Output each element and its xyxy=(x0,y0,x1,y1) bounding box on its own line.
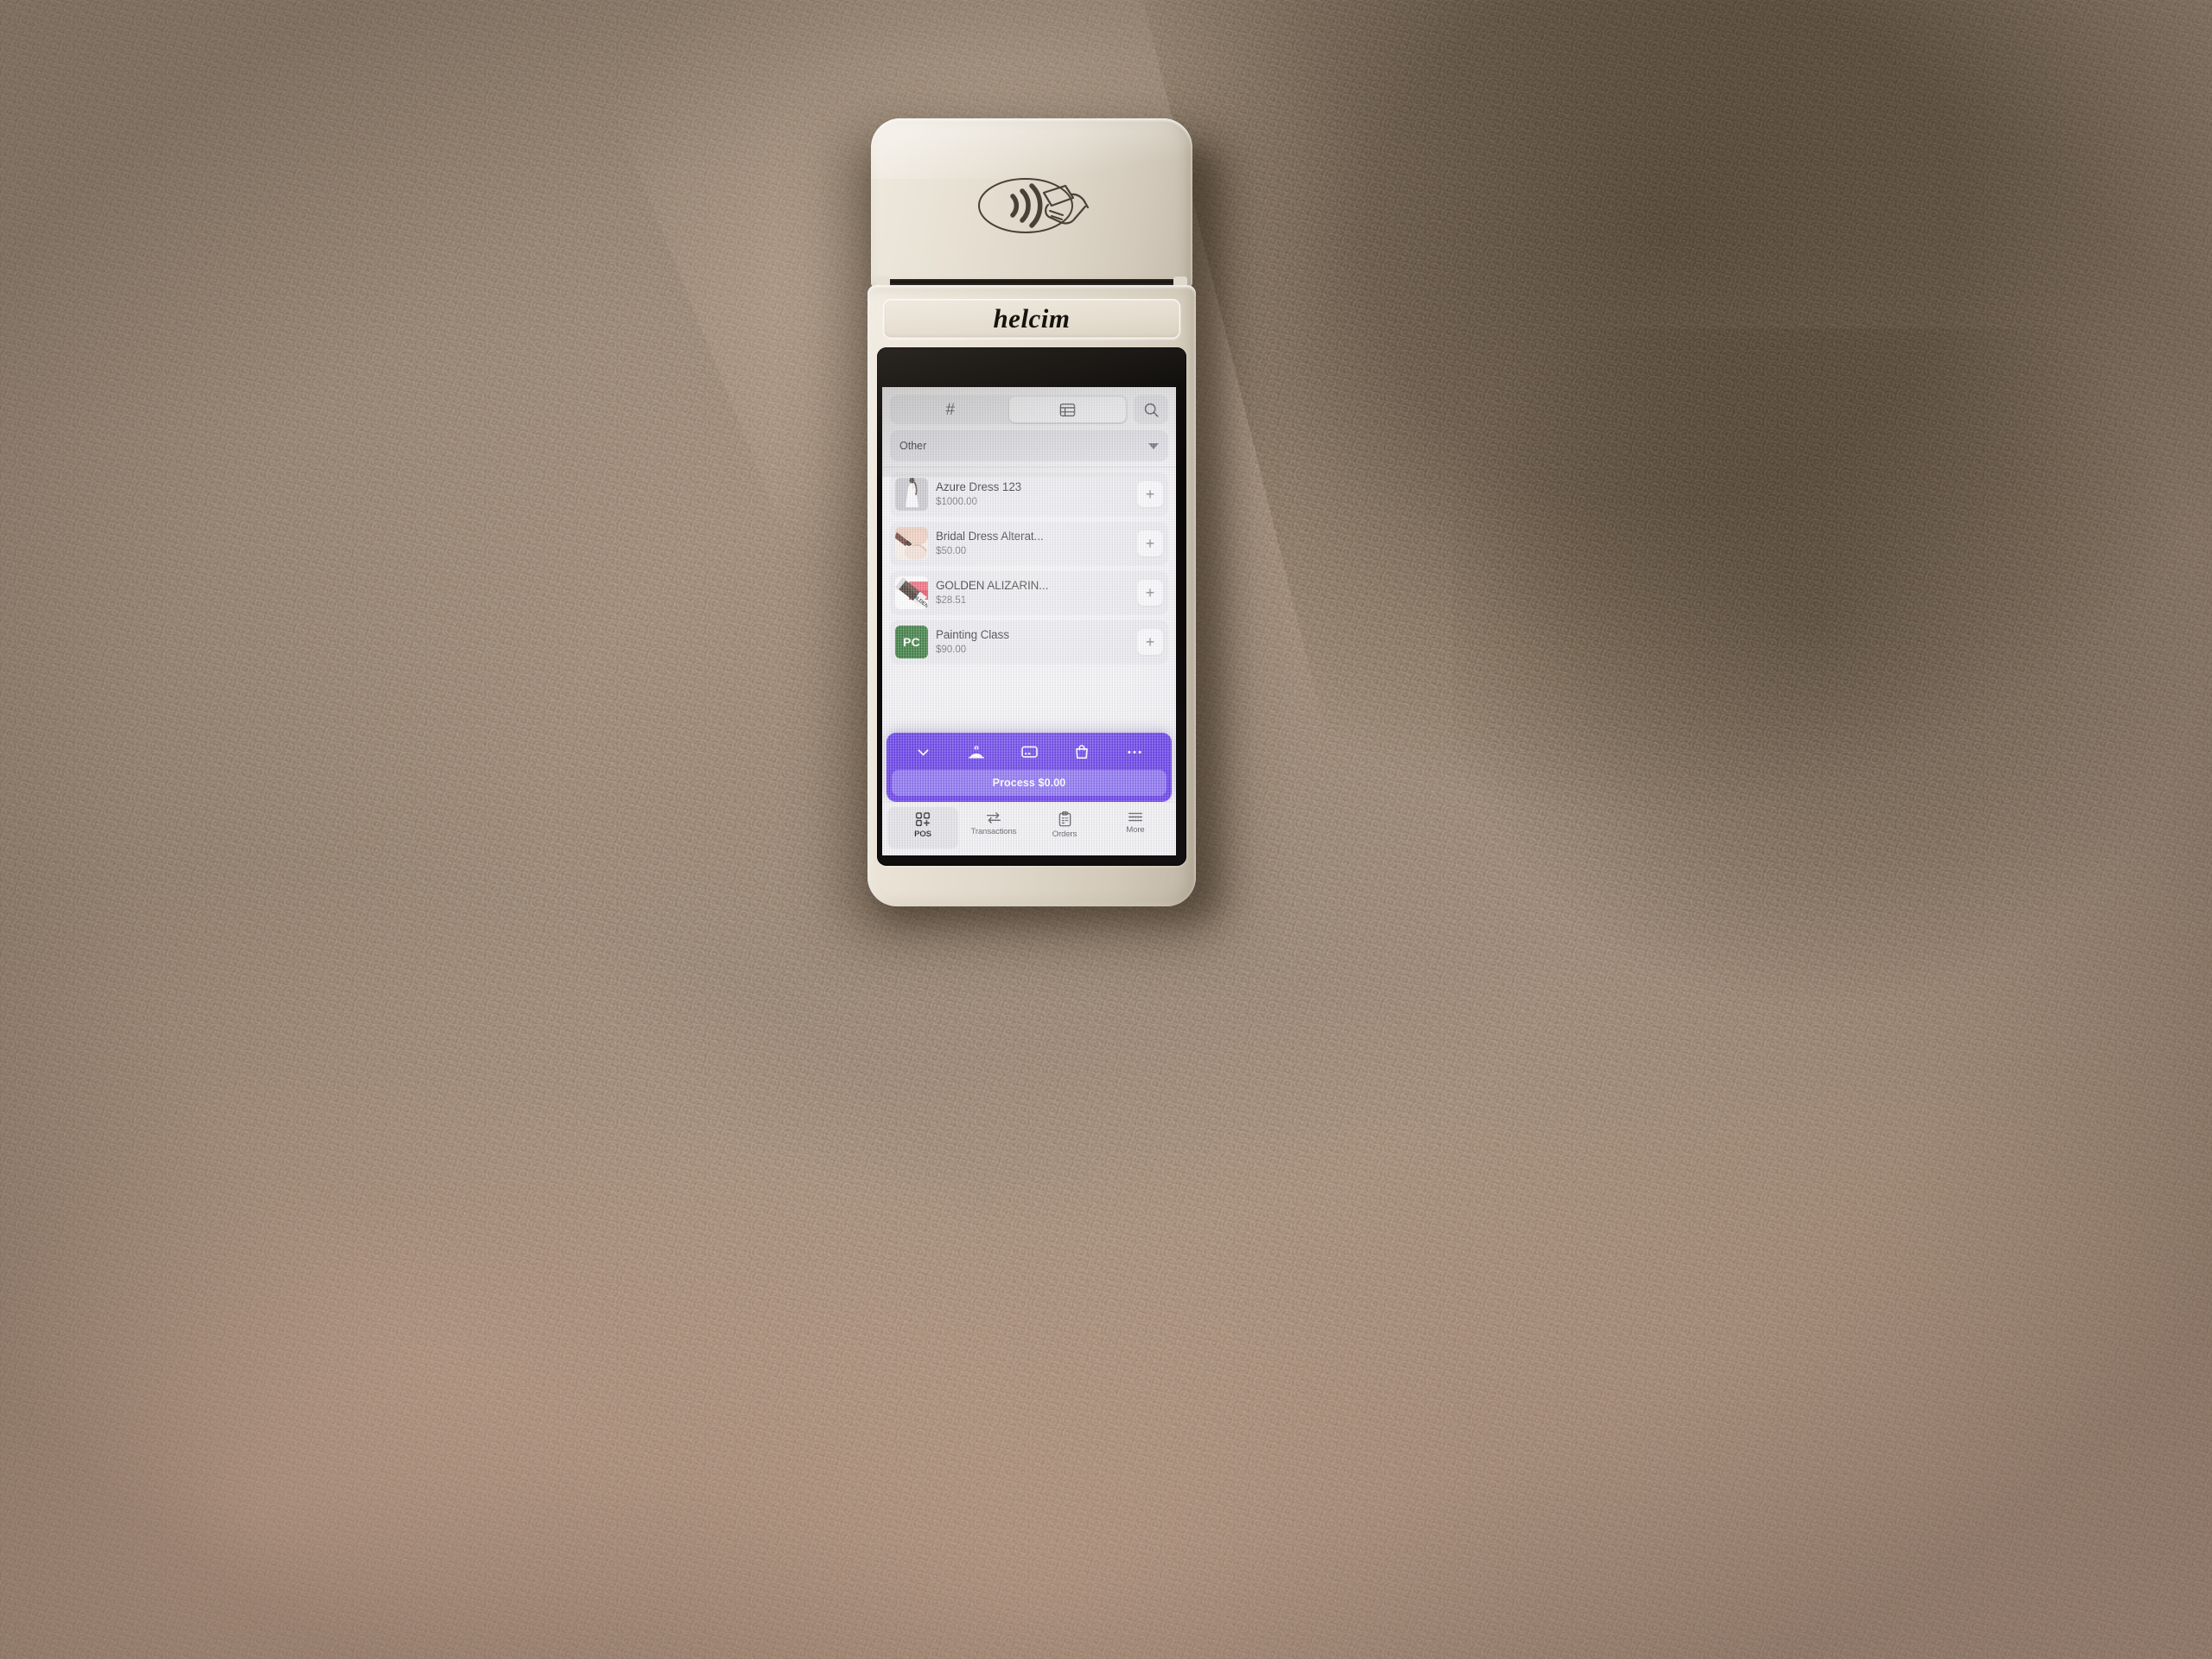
tab-label: POS xyxy=(914,830,931,839)
chevron-down-icon xyxy=(916,745,931,760)
header-controls-row: # xyxy=(890,395,1168,424)
printer-seam xyxy=(885,279,1185,285)
category-dropdown[interactable]: Other xyxy=(890,430,1168,461)
chevron-down-icon xyxy=(1148,442,1159,449)
add-to-cart-button[interactable]: + xyxy=(1137,481,1163,507)
catalog-view-tab[interactable] xyxy=(1008,397,1126,423)
add-to-cart-button[interactable]: + xyxy=(1137,629,1163,655)
product-name: GOLDEN ALIZARIN... xyxy=(936,579,1049,593)
product-price: $1000.00 xyxy=(936,496,977,507)
plus-icon: + xyxy=(1145,584,1155,601)
tab-label: More xyxy=(1126,825,1145,835)
tab-label: Orders xyxy=(1052,830,1077,839)
plus-icon: + xyxy=(1145,535,1155,552)
product-thumbnail xyxy=(895,527,928,560)
tip-button[interactable] xyxy=(950,745,1002,760)
add-to-cart-button[interactable]: + xyxy=(1137,531,1163,556)
payment-terminal: helcim # Other Azure Dress 123 $1000.00 … xyxy=(845,118,1225,934)
search-icon xyxy=(1143,402,1160,418)
plus-icon: + xyxy=(1145,486,1155,503)
tab-pos[interactable]: POS xyxy=(887,807,958,849)
product-name: Painting Class xyxy=(936,628,1009,642)
more-ellipsis-icon xyxy=(1127,749,1142,755)
clipboard-icon xyxy=(1058,811,1071,827)
list-item[interactable]: PC Painting Class $90.00 + xyxy=(890,620,1168,664)
add-to-cart-button[interactable]: + xyxy=(1137,580,1163,606)
search-button[interactable] xyxy=(1134,395,1168,424)
product-info: GOLDEN ALIZARIN... $28.51 xyxy=(928,579,1137,606)
cart-icon-row xyxy=(892,740,1166,764)
cart-action-bar: Process $0.00 xyxy=(887,733,1172,802)
transfer-arrows-icon xyxy=(986,811,1001,824)
product-name: Azure Dress 123 xyxy=(936,480,1022,494)
device-printer-lid xyxy=(871,118,1192,288)
helcim-logo: helcim xyxy=(993,303,1071,334)
table-grid-icon xyxy=(1059,403,1076,417)
nfc-contactless-icon xyxy=(958,172,1105,239)
hamburger-menu-icon xyxy=(1128,811,1143,823)
product-thumbnail: PC xyxy=(895,626,928,658)
grid-plus-icon xyxy=(915,811,931,827)
orders-bag-button[interactable] xyxy=(1056,744,1109,760)
device-body: helcim # Other Azure Dress 123 $1000.00 … xyxy=(868,285,1196,906)
plus-icon: + xyxy=(1145,633,1155,651)
card-reader-icon xyxy=(1020,745,1038,759)
product-info: Painting Class $90.00 xyxy=(928,628,1137,655)
tab-label: Transactions xyxy=(970,827,1017,836)
app-header: # Other xyxy=(882,387,1176,467)
product-initials: PC xyxy=(902,635,921,649)
bottom-tab-bar: POS Transactions Orders More xyxy=(882,802,1176,855)
product-price: $90.00 xyxy=(936,644,967,655)
shopping-bag-icon xyxy=(1075,744,1089,760)
collapse-cart-button[interactable] xyxy=(897,745,950,760)
more-options-button[interactable] xyxy=(1109,749,1161,755)
list-item[interactable]: Bridal Dress Alterat... $50.00 + xyxy=(890,522,1168,565)
screen-bezel: # Other Azure Dress 123 $1000.00 + Brida… xyxy=(877,347,1186,866)
tab-orders[interactable]: Orders xyxy=(1029,807,1100,849)
keypad-view-tab[interactable]: # xyxy=(892,397,1009,423)
app-screen: # Other Azure Dress 123 $1000.00 + Brida… xyxy=(882,387,1176,855)
product-info: Azure Dress 123 $1000.00 xyxy=(928,480,1137,507)
process-payment-button[interactable]: Process $0.00 xyxy=(892,770,1166,796)
product-thumbnail: GOLDEN xyxy=(895,576,928,609)
tip-hand-icon xyxy=(968,745,984,760)
brand-plate: helcim xyxy=(883,299,1180,339)
category-value: Other xyxy=(899,440,927,452)
lid-gloss xyxy=(871,118,1192,179)
product-info: Bridal Dress Alterat... $50.00 xyxy=(928,530,1137,556)
product-thumbnail xyxy=(895,478,928,511)
tab-transactions[interactable]: Transactions xyxy=(958,807,1029,849)
category-filter-row: Other xyxy=(890,430,1168,461)
view-mode-segmented-control[interactable]: # xyxy=(890,395,1128,424)
product-name: Bridal Dress Alterat... xyxy=(936,530,1044,543)
product-price: $28.51 xyxy=(936,594,967,606)
tab-more[interactable]: More xyxy=(1100,807,1171,849)
product-price: $50.00 xyxy=(936,545,967,556)
hash-keypad-icon: # xyxy=(945,400,956,419)
card-reader-button[interactable] xyxy=(1002,745,1055,759)
list-item[interactable]: Azure Dress 123 $1000.00 + xyxy=(890,473,1168,516)
list-item[interactable]: GOLDEN GOLDEN ALIZARIN... $28.51 + xyxy=(890,571,1168,614)
